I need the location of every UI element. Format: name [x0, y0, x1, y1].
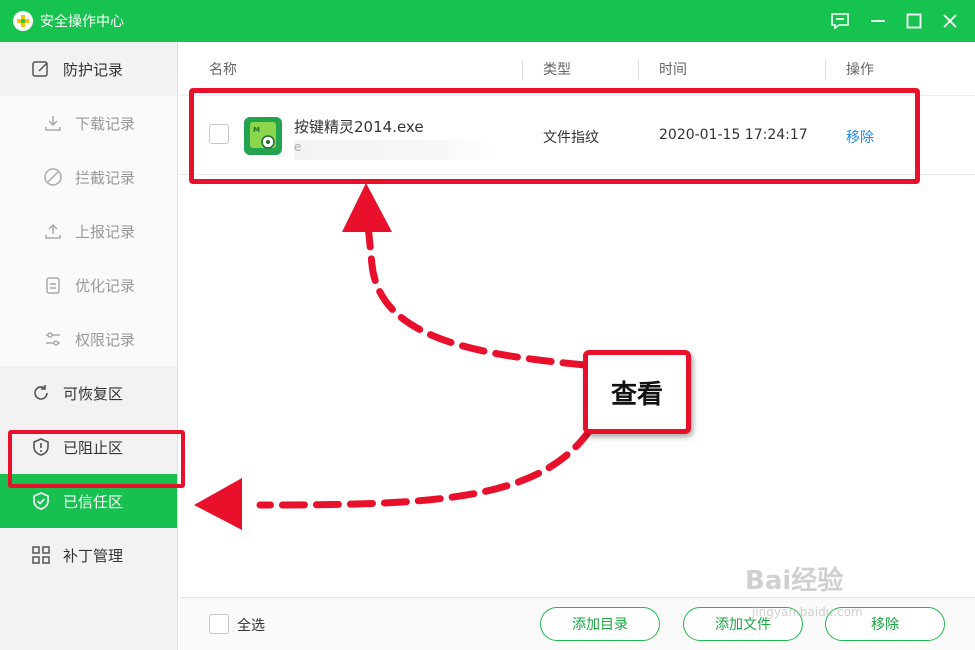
arrow-head-up — [342, 183, 392, 232]
annotation-label: 查看 — [583, 350, 691, 434]
watermark-url: jingyan.baidu.com — [752, 605, 863, 619]
watermark: Bai经验 — [745, 566, 844, 596]
arrow-head-left — [194, 478, 242, 530]
annotation-arrows — [194, 183, 594, 530]
